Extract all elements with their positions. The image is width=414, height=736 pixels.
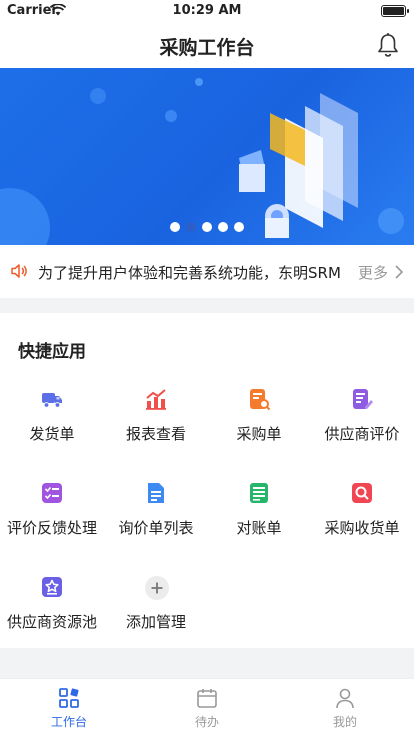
tab-label: 我的 — [332, 715, 357, 729]
app-purchase-receipt[interactable]: 采购收货单 — [310, 481, 414, 551]
search-receipt-icon — [350, 481, 374, 505]
app-statement[interactable]: 对账单 — [207, 481, 311, 551]
app-inquiry-list[interactable]: 询价单列表 — [104, 481, 208, 551]
chevron-right-icon[interactable] — [394, 264, 404, 284]
app-label: 供应商评价 — [324, 425, 400, 443]
carousel-dot[interactable] — [234, 222, 244, 232]
file-list-icon — [144, 481, 168, 505]
star-box-icon — [40, 575, 64, 599]
document-edit-icon — [350, 387, 374, 411]
app-label: 报表查看 — [125, 425, 186, 443]
notice-text: 为了提升用户体验和完善系统功能，东明SRM — [38, 264, 341, 282]
carousel-dot[interactable] — [170, 222, 180, 232]
status-time: 10:29 AM — [172, 3, 242, 18]
battery-icon — [381, 5, 409, 17]
app-label: 供应商资源池 — [6, 613, 97, 631]
plus-circle-icon — [144, 575, 169, 600]
carousel-dot[interactable] — [218, 222, 228, 232]
bottom-tab-bar: 工作台 待办 我的 — [0, 678, 414, 736]
app-label: 采购收货单 — [324, 519, 400, 537]
banner-decoration — [195, 78, 203, 86]
banner-illustration — [239, 93, 358, 238]
ledger-icon — [247, 481, 271, 505]
banner-decoration — [378, 208, 404, 234]
carousel-pagination[interactable] — [170, 222, 244, 232]
app-label: 添加管理 — [125, 613, 186, 631]
grid-icon — [58, 687, 80, 713]
calendar-icon — [196, 687, 218, 713]
app-purchase-order[interactable]: 采购单 — [207, 387, 311, 457]
page-title: 采购工作台 — [159, 37, 255, 59]
section-title: 快捷应用 — [18, 342, 86, 362]
banner-carousel[interactable] — [0, 68, 414, 245]
bell-icon[interactable] — [376, 32, 400, 62]
app-shipping-order[interactable]: 发货单 — [0, 387, 104, 457]
nav-bar: 采购工作台 — [0, 22, 414, 68]
app-supplier-pool[interactable]: 供应商资源池 — [0, 575, 104, 645]
tab-label: 待办 — [194, 715, 219, 729]
user-icon — [334, 687, 356, 713]
document-search-icon — [247, 387, 271, 411]
tab-todo[interactable]: 待办 — [138, 679, 276, 736]
speaker-icon — [10, 263, 28, 283]
truck-icon — [40, 387, 64, 411]
bar-chart-icon — [144, 387, 168, 411]
tab-mine[interactable]: 我的 — [276, 679, 414, 736]
app-supplier-evaluation[interactable]: 供应商评价 — [310, 387, 414, 457]
tab-workbench[interactable]: 工作台 — [0, 679, 138, 736]
status-bar: Carrier 10:29 AM — [0, 0, 414, 22]
app-label: 发货单 — [29, 425, 75, 443]
banner-decoration — [165, 110, 177, 122]
quick-apps-section: 快捷应用 发货单 报表查看 采购单 供应商评价 评价反馈处理 询价单列表 对账单… — [0, 313, 414, 648]
notice-bar[interactable]: 为了提升用户体验和完善系统功能，东明SRM 更多 — [0, 245, 414, 298]
app-label: 对账单 — [236, 519, 282, 537]
app-add-management[interactable]: 添加管理 — [104, 575, 208, 645]
banner-decoration — [90, 88, 106, 104]
app-label: 询价单列表 — [118, 519, 194, 537]
carousel-dot[interactable] — [202, 222, 212, 232]
app-label: 采购单 — [236, 425, 282, 443]
app-report-view[interactable]: 报表查看 — [104, 387, 208, 457]
checklist-icon — [40, 481, 64, 505]
notice-more-link[interactable]: 更多 — [358, 262, 388, 283]
tab-label: 工作台 — [50, 715, 87, 729]
app-feedback-handling[interactable]: 评价反馈处理 — [0, 481, 104, 551]
banner-decoration — [0, 188, 50, 245]
app-label: 评价反馈处理 — [6, 519, 97, 537]
carousel-dot[interactable] — [186, 222, 196, 232]
